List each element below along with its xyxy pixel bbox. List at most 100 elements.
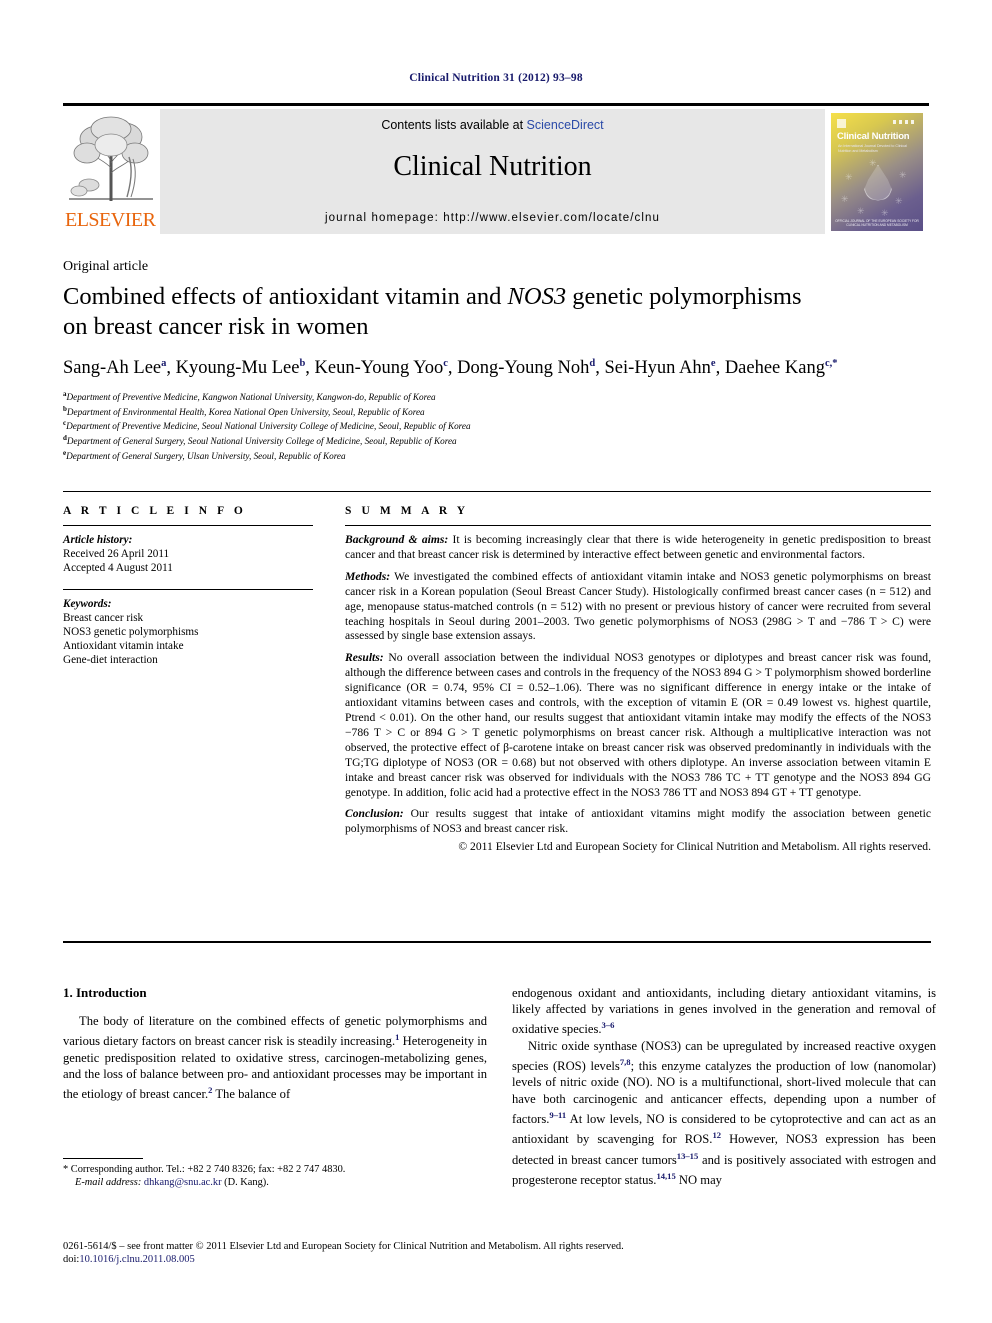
author-name: Daehee Kang (724, 358, 825, 379)
affiliation-text: Department of Preventive Medicine, Kangw… (66, 392, 436, 403)
footer-doi-line: doi:10.1016/j.clnu.2011.08.005 (63, 1253, 931, 1266)
affiliation-list: aDepartment of Preventive Medicine, Kang… (63, 389, 943, 462)
author-sep: , (305, 358, 315, 379)
star-icon: ✳ (899, 169, 907, 180)
history-item: Received 26 April 2011 (63, 548, 170, 560)
summary-column: S U M M A R Y Background & aims: It is b… (345, 505, 931, 855)
affiliation-text: Department of Preventive Medicine, Seoul… (66, 421, 471, 432)
summary-label: S U M M A R Y (345, 505, 469, 517)
journal-homepage-link[interactable]: journal homepage: http://www.elsevier.co… (160, 212, 825, 224)
cover-title: Clinical Nutrition (837, 130, 910, 142)
journal-title: Clinical Nutrition (393, 151, 592, 182)
affiliation-item: bDepartment of Environmental Health, Kor… (63, 404, 943, 419)
abstract-background-label: Background & aims: (345, 533, 449, 546)
doi-link[interactable]: 10.1016/j.clnu.2011.08.005 (79, 1254, 194, 1265)
affiliation-text: Department of General Surgery, Seoul Nat… (66, 436, 457, 447)
author-name: Dong-Young Noh (457, 358, 590, 379)
abstract-bottom-rule (63, 941, 931, 943)
citation-ref[interactable]: 14,15 (656, 1171, 675, 1181)
cover-footer: OFFICIAL JOURNAL OF THE EUROPEAN SOCIETY… (835, 218, 919, 227)
title-part-a: Combined effects of antioxidant vitamin … (63, 283, 508, 310)
citation-ref[interactable]: 12 (712, 1130, 721, 1140)
keyword-item: Gene-diet interaction (63, 654, 158, 666)
author-sep: , (595, 358, 605, 379)
article-info-label: A R T I C L E I N F O (63, 505, 247, 517)
page-footer: 0261-5614/$ – see front matter © 2011 El… (63, 1240, 931, 1267)
email-label: E-mail address: (75, 1177, 142, 1189)
author-sep: , (715, 358, 725, 379)
page-title: Combined effects of antioxidant vitamin … (63, 282, 931, 342)
intro-p1-part3: endogenous oxidant and antioxidants, inc… (512, 986, 936, 1037)
citation-ref[interactable]: 13–15 (677, 1151, 698, 1161)
contents-available-line: Contents lists available at ScienceDirec… (160, 118, 825, 132)
citation-ref[interactable]: 3–6 (602, 1020, 615, 1030)
email-owner: (D. Kang). (221, 1177, 269, 1189)
cover-logo-icon (837, 118, 846, 128)
article-info-column: A R T I C L E I N F O Article history: R… (63, 505, 313, 667)
keyword-item: Breast cancer risk (63, 612, 144, 624)
abstract-copyright: © 2011 Elsevier Ltd and European Society… (458, 840, 931, 854)
affiliation-text: Department of General Surgery, Ulsan Uni… (66, 450, 346, 461)
section-heading-introduction: 1. Introduction (63, 985, 147, 1000)
sciencedirect-link[interactable]: ScienceDirect (527, 118, 604, 132)
author-name: Kyoung-Mu Lee (175, 358, 300, 379)
corresponding-author-line: * Corresponding author. Tel.: +82 2 740 … (63, 1164, 346, 1175)
author-sep: , (447, 358, 458, 379)
author-affil-mark[interactable]: c,* (825, 358, 838, 369)
journal-cover-thumbnail: Clinical Nutrition An International Jour… (825, 109, 929, 234)
doi-label: doi: (63, 1254, 80, 1266)
affiliation-text: Department of Environmental Health, Kore… (66, 406, 425, 417)
keywords-header: Keywords: (63, 598, 112, 610)
affiliation-item: dDepartment of General Surgery, Seoul Na… (63, 433, 943, 448)
intro-paragraph-2: Nitric oxide synthase (NOS3) can be upre… (512, 1038, 936, 1189)
title-gene-name: NOS3 (507, 283, 567, 310)
elsevier-tree-icon (67, 113, 155, 205)
summary-divider (345, 525, 931, 526)
body-column-right: endogenous oxidant and antioxidants, inc… (512, 985, 936, 1188)
author-name: Sang-Ah Lee (63, 358, 162, 379)
running-head: Clinical Nutrition 31 (2012) 93–98 (409, 72, 583, 84)
author-list: Sang-Ah Leea, Kyoung-Mu Leeb, Keun-Young… (63, 352, 943, 380)
journal-masthead: ELSEVIER Contents lists available at Sci… (63, 103, 929, 234)
intro-p2-part6: NO may (675, 1173, 722, 1188)
intro-paragraph-1-cont: endogenous oxidant and antioxidants, inc… (512, 985, 936, 1038)
citation-ref[interactable]: 9–11 (549, 1110, 566, 1120)
citation-ref[interactable]: 7,8 (620, 1057, 631, 1067)
paper-page: Clinical Nutrition 31 (2012) 93–98 ELSEV… (0, 0, 992, 1323)
article-history-header: Article history: (63, 534, 133, 546)
corresponding-author-footnote: * Corresponding author. Tel.: +82 2 740 … (63, 1163, 493, 1190)
body-column-left: 1. Introduction The body of literature o… (63, 985, 487, 1102)
water-droplet-icon (864, 164, 892, 201)
article-history-group: Article history: Received 26 April 2011 … (63, 533, 313, 575)
star-icon: ✳ (841, 193, 849, 204)
author-sep: , (166, 358, 176, 379)
title-line-2: on breast cancer risk in women (63, 313, 369, 340)
abstract-conclusion-label: Conclusion: (345, 807, 404, 821)
keyword-item: Antioxidant vitamin intake (63, 640, 184, 652)
abstract-results-text: No overall association between the indiv… (345, 651, 931, 799)
abstract-methods-text: We investigated the combined effects of … (345, 569, 931, 643)
abstract-methods-label: Methods: (345, 569, 391, 583)
email-link[interactable]: dhkang@snu.ac.kr (141, 1177, 222, 1188)
email-line: E-mail address: dhkang@snu.ac.kr (D. Kan… (63, 1176, 493, 1189)
keyword-item: NOS3 genetic polymorphisms (63, 626, 199, 638)
abstract-background: Background & aims: It is becoming increa… (345, 533, 931, 563)
cover-subtitle: An International Journal Devoted to Clin… (838, 143, 907, 153)
abstract-results: Results: No overall association between … (345, 651, 931, 800)
intro-paragraph-1: The body of literature on the combined e… (63, 1013, 487, 1102)
affiliation-item: aDepartment of Preventive Medicine, Kang… (63, 389, 943, 404)
affiliation-item: eDepartment of General Surgery, Ulsan Un… (63, 448, 943, 463)
keywords-divider (63, 589, 313, 590)
abstract-results-label: Results: (345, 651, 384, 665)
star-icon: ✳ (869, 157, 877, 168)
intro-p1-part3-left: The balance of (212, 1087, 291, 1102)
star-icon: ✳ (845, 171, 853, 182)
keywords-group: Keywords: Breast cancer risk NOS3 geneti… (63, 597, 313, 667)
author-name: Sei-Hyun Ahn (604, 358, 711, 379)
star-icon: ✳ (857, 205, 865, 216)
star-icon: ✳ (895, 195, 903, 206)
abstract-conclusion-text: Our results suggest that intake of antio… (345, 807, 931, 836)
author-name: Keun-Young Yoo (314, 358, 444, 379)
cover-bars-icon (893, 119, 917, 124)
article-category: Original article (63, 259, 149, 274)
